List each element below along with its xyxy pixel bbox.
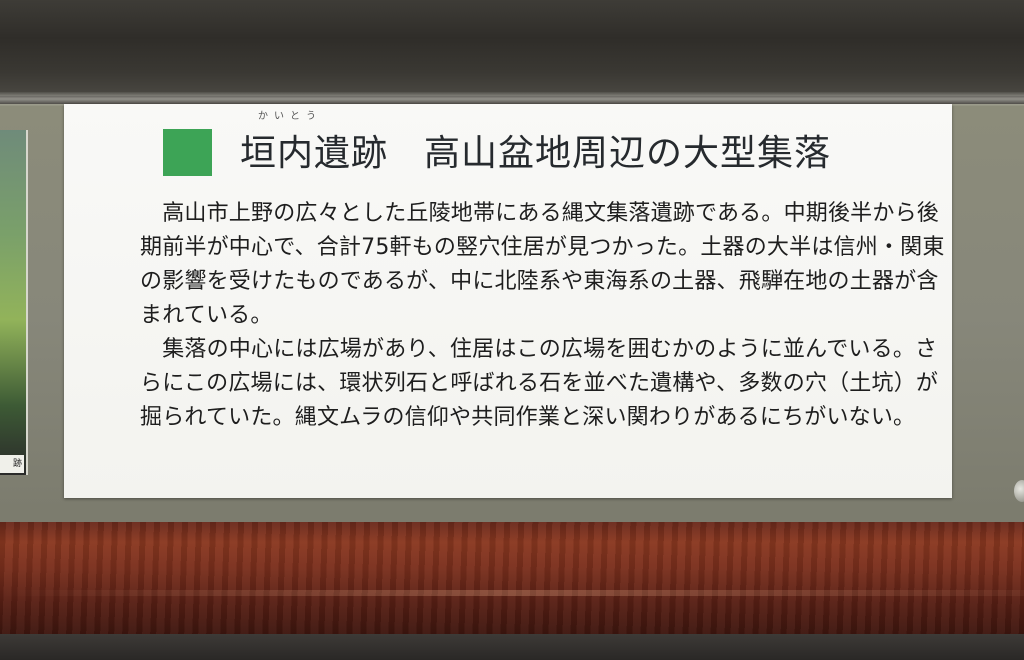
- title-subject: 高山盆地周辺の大型集落: [424, 133, 832, 174]
- title-ruby-reading: かいとう: [258, 111, 322, 122]
- floor-shadow: [0, 634, 1024, 660]
- body-line: 集落の中心には広場があり、住居はこの広場を囲むかのように並んでいる。さ: [140, 337, 938, 362]
- display-case-top-frame: [0, 0, 1024, 96]
- body-line: らにこの広場には、環状列石と呼ばれる石を並べた遺構や、多数の穴（土坑）が: [140, 371, 939, 396]
- case-knob: [1014, 480, 1024, 502]
- side-photo-caption: 跡: [0, 455, 24, 473]
- title-marker-square: [163, 129, 212, 176]
- side-photo: [0, 130, 28, 475]
- sign-body: 高山市上野の広々とした丘陵地帯にある縄文集落遺跡である。中期後半から後 期前半が…: [140, 197, 945, 487]
- body-line: 期前半が中心で、合計75軒もの竪穴住居が見つかった。土器の大半は信州・関東: [140, 235, 945, 260]
- wooden-shelf-rail: [0, 522, 1024, 634]
- sign-title: 垣内遺跡 高山盆地周辺の大型集落: [240, 126, 880, 182]
- body-line: 掘られていた。縄文ムラの信仰や共同作業と深い関わりがあるにちがいない。: [140, 405, 916, 430]
- title-site-name: 垣内遺跡: [240, 133, 389, 174]
- body-line: まれている。: [140, 303, 273, 328]
- shelf-highlight: [0, 590, 1024, 596]
- body-line: 高山市上野の広々とした丘陵地帯にある縄文集落遺跡である。中期後半から後: [140, 201, 939, 226]
- body-line: の影響を受けたものであるが、中に北陸系や東海系の土器、飛騨在地の土器が含: [140, 269, 939, 294]
